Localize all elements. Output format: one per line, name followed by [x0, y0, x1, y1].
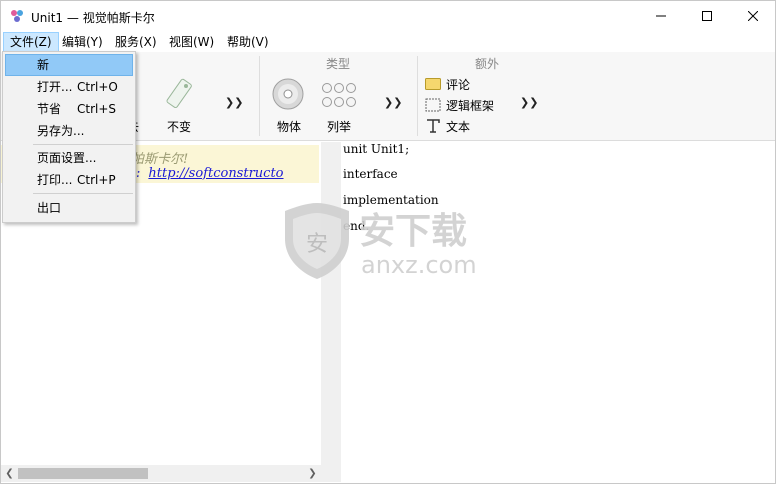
- text-button-label: 文本: [446, 119, 471, 134]
- minimize-button[interactable]: [638, 1, 684, 31]
- menu-separator: [33, 144, 133, 145]
- note-link-line[interactable]: : http://softconstructo: [136, 166, 284, 181]
- menu-bar: 文件(Z) 编辑(Y) 服务(X) 视图(W) 帮助(V): [1, 32, 775, 52]
- menu-item-shortcut: Ctrl+P: [77, 173, 116, 187]
- expand-chevron-icon[interactable]: ❯❯: [225, 96, 243, 109]
- note-link[interactable]: http://softconstructo: [148, 166, 283, 181]
- scroll-right-icon[interactable]: ❯: [304, 465, 321, 482]
- comment-button[interactable]: 评论: [425, 74, 470, 94]
- code-line: interface: [343, 167, 398, 181]
- logic-frame-icon: [425, 98, 441, 112]
- watermark-sub-text: anxz.com: [361, 251, 477, 279]
- menu-view[interactable]: 视图(W): [163, 32, 220, 52]
- text-icon: [427, 119, 440, 133]
- comment-button-label: 评论: [446, 77, 471, 92]
- group-divider: [417, 56, 418, 136]
- const-icon: [166, 78, 192, 109]
- scroll-left-icon[interactable]: ❮: [1, 465, 18, 482]
- object-disc-icon: [272, 78, 304, 110]
- menu-item-shortcut: Ctrl+S: [77, 102, 117, 116]
- menu-item-label: 打开...: [37, 80, 73, 94]
- close-icon: [748, 11, 758, 21]
- menu-help[interactable]: 帮助(V): [221, 32, 275, 52]
- logic-frame-button-label: 逻辑框架: [446, 98, 495, 113]
- group-divider: [259, 56, 260, 136]
- menu-separator: [33, 193, 133, 194]
- group-type-title: 类型: [326, 57, 351, 71]
- watermark-logo: 安 安下载 anxz.com: [281, 199, 501, 283]
- text-button[interactable]: 文本: [425, 116, 470, 136]
- file-menu-dropdown: 新 打开... Ctrl+O 节省 Ctrl+S 另存为... 页面设置... 打印…: [2, 51, 136, 223]
- scroll-thumb[interactable]: [18, 468, 148, 479]
- app-icon: [11, 10, 23, 22]
- pane-splitter[interactable]: [321, 142, 341, 482]
- watermark-badge: 安: [306, 232, 328, 257]
- menu-item-label: 新: [37, 58, 50, 72]
- menu-item-label: 节省: [37, 102, 62, 116]
- comment-icon: [425, 78, 441, 90]
- menu-item-label: 另存为...: [37, 124, 85, 138]
- menu-item-open[interactable]: 打开... Ctrl+O: [5, 76, 133, 98]
- menu-service[interactable]: 服务(X): [109, 32, 163, 52]
- menu-item-print[interactable]: 打印... Ctrl+P: [5, 169, 133, 191]
- menu-item-label: 页面设置...: [37, 151, 97, 165]
- menu-item-page-setup[interactable]: 页面设置...: [5, 147, 133, 169]
- maximize-icon: [702, 11, 712, 21]
- code-line: unit Unit1;: [343, 142, 410, 156]
- group-extra-title: 额外: [475, 57, 500, 71]
- menu-item-save[interactable]: 节省 Ctrl+S: [5, 98, 133, 120]
- menu-item-label: 打印...: [37, 173, 73, 187]
- window-title: Unit1 — 视觉帕斯卡尔: [31, 11, 155, 25]
- note-prefix: :: [136, 166, 141, 181]
- expand-chevron-icon[interactable]: ❯❯: [520, 96, 538, 109]
- enum-button-label[interactable]: 列举: [327, 118, 351, 135]
- object-button-label[interactable]: 物体: [277, 118, 301, 135]
- watermark-main-text: 安下载: [359, 211, 467, 252]
- menu-item-exit[interactable]: 出口: [5, 197, 133, 219]
- logic-frame-button[interactable]: 逻辑框架: [425, 95, 494, 115]
- enum-icon: [322, 83, 356, 107]
- code-editor[interactable]: unit Unit1; interface implementation end…: [341, 142, 775, 482]
- horizontal-scrollbar[interactable]: ❮ ❯: [1, 465, 321, 482]
- minimize-icon: [656, 15, 666, 17]
- menu-file[interactable]: 文件(Z): [3, 32, 59, 52]
- watermark-shield-icon: 安 安下载 anxz.com: [285, 203, 477, 279]
- menu-item-label: 出口: [37, 201, 62, 215]
- expand-chevron-icon[interactable]: ❯❯: [384, 96, 402, 109]
- close-button[interactable]: [730, 1, 776, 31]
- app-window: Unit1 — 视觉帕斯卡尔 文件(Z) 编辑(Y) 服务(X) 视图(W) 帮…: [0, 0, 776, 484]
- menu-item-new[interactable]: 新: [5, 54, 133, 76]
- note-text: 帕斯卡尔!: [131, 152, 189, 167]
- menu-item-save-as[interactable]: 另存为...: [5, 120, 133, 142]
- maximize-button[interactable]: [684, 1, 730, 31]
- title-bar: Unit1 — 视觉帕斯卡尔: [1, 1, 775, 32]
- menu-item-shortcut: Ctrl+O: [77, 80, 118, 94]
- menu-edit[interactable]: 编辑(Y): [56, 32, 109, 52]
- const-button-label[interactable]: 不变: [167, 118, 191, 135]
